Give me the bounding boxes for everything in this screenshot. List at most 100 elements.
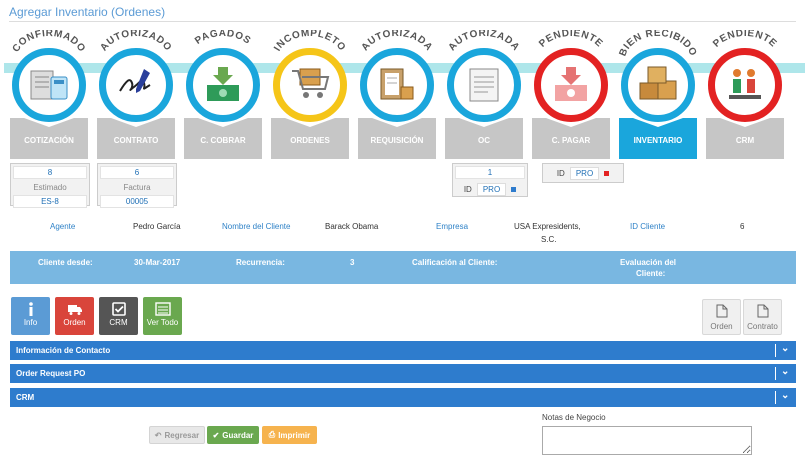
- step-name: OC: [478, 136, 490, 145]
- workflow-step-requisición[interactable]: AUTORIZADA REQUISICIÓN: [354, 30, 440, 170]
- ver-todo-button-label: Ver Todo: [146, 318, 179, 327]
- contrato-document-label: Contrato: [747, 322, 778, 331]
- accordion-contact-info[interactable]: Información de Contacto ⌄: [10, 341, 796, 360]
- calculator-doc-icon: [30, 70, 68, 100]
- cpagar-id-value[interactable]: PRO: [569, 166, 600, 180]
- workflow-step-ordenes[interactable]: INCOMPLETO ORDENES: [267, 30, 353, 170]
- recurrence-value: 3: [350, 258, 355, 267]
- client-since-value: 30-Mar-2017: [134, 258, 181, 267]
- status-ring: [273, 48, 347, 122]
- oc-info-box: 1 ID PRO: [452, 163, 528, 197]
- notes-label: Notas de Negocio: [542, 413, 606, 422]
- imprimir-label: Imprimir: [278, 430, 311, 440]
- undo-icon: ↶: [154, 430, 162, 440]
- truck-icon: [67, 305, 82, 315]
- status-ring: [447, 48, 521, 122]
- regresar-label: Regresar: [164, 430, 200, 440]
- oc-id-value[interactable]: PRO: [476, 182, 507, 196]
- chevron-down-icon[interactable]: ⌄: [781, 366, 789, 377]
- people-chart-icon: [729, 69, 761, 99]
- oc-id-label: ID: [463, 184, 472, 194]
- regresar-button[interactable]: ↶ Regresar: [149, 426, 205, 444]
- crm-button-label: CRM: [109, 318, 128, 327]
- info-icon: [28, 302, 33, 316]
- workflow-step-c-cobrar[interactable]: PAGADOS C. COBRAR: [180, 30, 266, 170]
- status-ring: [534, 48, 608, 122]
- accordion-label: CRM: [16, 393, 35, 402]
- file-icon: [757, 304, 768, 318]
- list-view-icon: [154, 302, 171, 316]
- status-ring: [186, 48, 260, 122]
- company-value-line1: USA Expresidents,: [514, 222, 581, 231]
- status-ring: [360, 48, 434, 122]
- cotizacion-code[interactable]: ES-8: [13, 195, 87, 208]
- status-ring: [12, 48, 86, 122]
- orden-document-label: Orden: [710, 322, 733, 331]
- cart-icon: [292, 68, 330, 98]
- company-value-line2: S.C.: [541, 235, 557, 244]
- document-icon: [469, 68, 499, 102]
- status-ring: [708, 48, 782, 122]
- client-rating-label: Calificación al Cliente:: [412, 258, 498, 267]
- oc-status-indicator: [511, 186, 517, 192]
- signature-icon: [119, 69, 151, 93]
- accordion-label: Order Request PO: [16, 369, 86, 378]
- guardar-button[interactable]: ✔ Guardar: [207, 426, 259, 444]
- client-evaluation-label-line2: Cliente:: [636, 269, 666, 278]
- print-icon: ⎙: [268, 430, 276, 439]
- status-ring: [99, 48, 173, 122]
- oc-number[interactable]: 1: [455, 166, 525, 179]
- cotizacion-number[interactable]: 8: [13, 166, 87, 179]
- agent-value: Pedro García: [133, 222, 181, 231]
- svg-text:PENDIENTE: PENDIENTE: [537, 30, 605, 50]
- contrato-number[interactable]: 6: [100, 166, 174, 179]
- step-name: COTIZACIÓN: [24, 136, 74, 145]
- workflow-step-c-pagar[interactable]: PENDIENTE C. PAGAR: [528, 30, 614, 170]
- money-out-icon: [555, 67, 587, 101]
- chevron-down-icon[interactable]: ⌄: [781, 343, 789, 354]
- step-name: ORDENES: [290, 136, 330, 145]
- clipboard-boxes-icon: [380, 68, 414, 100]
- workflow-step-inventario[interactable]: BIEN RECIBIDO INVENTARIO: [615, 30, 701, 170]
- info-button[interactable]: Info: [11, 297, 50, 335]
- page-title: Agregar Inventario (Ordenes): [9, 5, 166, 19]
- guardar-label: Guardar: [222, 430, 254, 440]
- notes-textarea[interactable]: [542, 426, 752, 455]
- contrato-document-button[interactable]: Contrato: [743, 299, 782, 335]
- imprimir-button[interactable]: ⎙ Imprimir: [262, 426, 317, 444]
- step-name: C. PAGAR: [551, 136, 591, 145]
- accordion-crm[interactable]: CRM ⌄: [10, 388, 796, 407]
- ver-todo-button[interactable]: Ver Todo: [143, 297, 182, 335]
- accordion-order-request-po[interactable]: Order Request PO ⌄: [10, 364, 796, 383]
- recurrence-label: Recurrencia:: [236, 258, 285, 267]
- step-name: C. COBRAR: [200, 136, 246, 145]
- contrato-code[interactable]: 00005: [100, 195, 174, 208]
- cotizacion-sublabel: Estimado: [33, 182, 67, 192]
- file-icon: [716, 304, 727, 318]
- title-divider: [9, 21, 796, 22]
- contrato-sublabel: Factura: [123, 182, 151, 192]
- workflow-step-crm[interactable]: PENDIENTE CRM: [702, 30, 788, 170]
- client-name-label: Nombre del Cliente: [222, 222, 291, 231]
- step-name: INVENTARIO: [633, 136, 683, 145]
- workflow-step-oc[interactable]: AUTORIZADA OC: [441, 30, 527, 170]
- cpagar-status-indicator: [604, 170, 610, 176]
- contrato-info-box: 6 Factura 00005: [97, 163, 177, 208]
- crm-button[interactable]: CRM: [99, 297, 138, 335]
- status-ring: [621, 48, 695, 122]
- accordion-label: Información de Contacto: [16, 346, 111, 355]
- step-name: REQUISICIÓN: [370, 136, 424, 145]
- info-button-label: Info: [23, 318, 38, 327]
- client-id-label: ID Cliente: [630, 222, 666, 231]
- step-name: CRM: [735, 136, 755, 145]
- workflow-step-cotización[interactable]: CONFIRMADO COTIZACIÓN: [6, 30, 92, 170]
- client-since-label: Cliente desde:: [38, 258, 93, 267]
- client-id-value: 6: [740, 222, 745, 231]
- orden-document-button[interactable]: Orden: [702, 299, 741, 335]
- orden-button[interactable]: Orden: [55, 297, 94, 335]
- svg-text:PAGADOS: PAGADOS: [193, 30, 253, 47]
- chevron-down-icon[interactable]: ⌄: [781, 390, 789, 401]
- client-summary-bar: Cliente desde: 30-Mar-2017 Recurrencia: …: [10, 251, 796, 284]
- workflow-step-contrato[interactable]: AUTORIZADO CONTRATO: [93, 30, 179, 170]
- company-label: Empresa: [436, 222, 469, 231]
